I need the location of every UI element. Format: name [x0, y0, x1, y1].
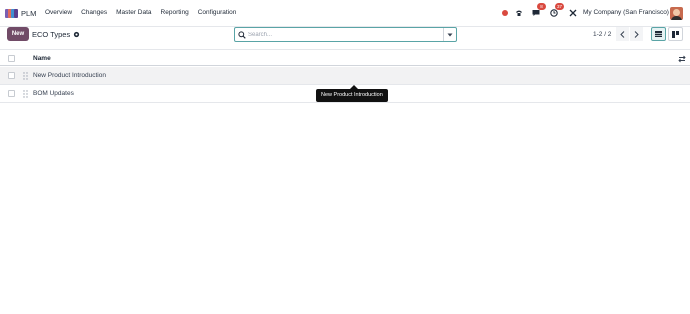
kanban-view-icon — [672, 30, 679, 38]
company-switcher[interactable]: My Company (San Francisco) — [583, 9, 669, 16]
phone-icon — [515, 10, 522, 16]
search-input[interactable] — [248, 29, 443, 40]
column-settings-icon[interactable] — [678, 55, 686, 63]
app-name[interactable]: PLM — [21, 9, 36, 18]
table-header: Name — [0, 49, 690, 66]
search-bar — [234, 27, 457, 42]
kanban-view-button[interactable] — [668, 27, 683, 41]
menu-master-data[interactable]: Master Data — [116, 9, 151, 16]
column-header-name[interactable]: Name — [33, 55, 51, 62]
select-all-checkbox[interactable] — [8, 55, 15, 62]
apps-logo-icon[interactable] — [5, 9, 18, 18]
search-icon — [238, 31, 246, 39]
table-row[interactable]: New Product Introduction — [0, 67, 690, 85]
pager-previous-button[interactable] — [616, 27, 629, 41]
breadcrumb-current: ECO Types — [32, 30, 71, 39]
list-view-button[interactable] — [651, 27, 666, 41]
recording-dot-icon[interactable] — [502, 10, 508, 16]
debug-tools-button[interactable] — [568, 6, 578, 20]
search-options-toggle[interactable] — [443, 28, 456, 41]
tooltip: New Product Introduction — [316, 85, 388, 102]
menu-overview[interactable]: Overview — [45, 9, 72, 16]
messages-badge: 8 — [537, 3, 546, 10]
messages-button[interactable]: 8 — [530, 3, 546, 20]
caret-down-icon — [447, 33, 453, 36]
clock-icon — [549, 9, 558, 17]
chevron-left-icon — [620, 30, 625, 38]
chevron-right-icon — [634, 30, 639, 38]
menu-changes[interactable]: Changes — [81, 9, 107, 16]
drag-handle-icon[interactable] — [23, 90, 28, 98]
top-navbar: PLM Overview Changes Master Data Reporti… — [0, 0, 690, 27]
row-name-cell[interactable]: New Product Introduction — [33, 72, 106, 79]
chat-icon — [532, 10, 539, 16]
activities-button[interactable]: 37 — [548, 3, 564, 20]
tools-icon — [569, 9, 577, 17]
menu-reporting[interactable]: Reporting — [161, 9, 189, 16]
row-checkbox[interactable] — [8, 72, 15, 79]
drag-handle-icon[interactable] — [23, 72, 28, 80]
gear-icon[interactable] — [73, 31, 80, 38]
row-name-cell[interactable]: BOM Updates — [33, 90, 74, 97]
row-checkbox[interactable] — [8, 90, 15, 97]
activities-badge: 37 — [555, 3, 564, 10]
phone-button[interactable] — [513, 6, 524, 20]
pager-value[interactable]: 1-2 / 2 — [593, 31, 611, 38]
new-button[interactable]: New — [7, 27, 29, 41]
avatar[interactable] — [670, 7, 683, 20]
main-menu: Overview Changes Master Data Reporting C… — [45, 9, 245, 16]
menu-configuration[interactable]: Configuration — [198, 9, 237, 16]
list-view-icon — [655, 31, 662, 37]
pager-next-button[interactable] — [630, 27, 643, 41]
breadcrumb: ECO Types — [32, 30, 80, 39]
